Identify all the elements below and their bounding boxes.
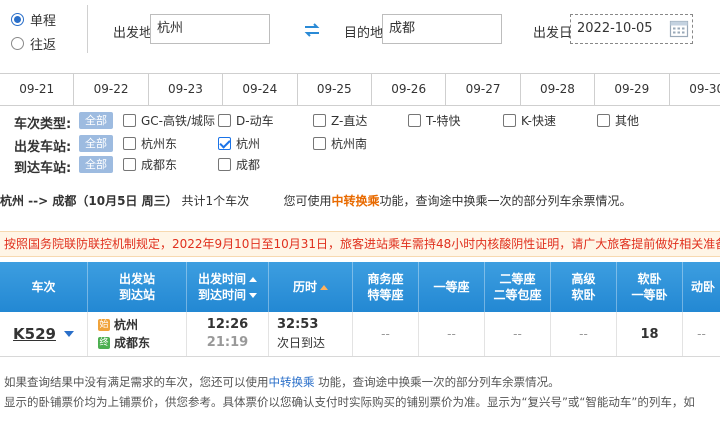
swap-arrows-icon[interactable] — [303, 22, 321, 38]
trip-type-roundtrip[interactable]: 往返 — [11, 34, 56, 53]
filter-label: 到达车站: — [14, 161, 72, 176]
result-summary: 杭州 --> 成都（10月5日 周三） 共计1个车次 您可使用中转换乘功能，查询… — [0, 194, 632, 208]
filter-all-button[interactable]: 全部 — [79, 112, 113, 129]
filter-option-hangzhou[interactable]: 杭州 — [218, 135, 260, 152]
date-tab[interactable]: 09-29 — [595, 74, 670, 105]
date-tab[interactable]: 09-30 — [670, 74, 720, 105]
transfer-link[interactable]: 中转换乘 — [331, 194, 379, 208]
table-header: 车次 出发站 到达站 出发时间 到达时间 历时 商务座 特等座 一等座 二等座 … — [0, 262, 720, 312]
filter-label: 车次类型: — [14, 117, 72, 132]
col-train: 车次 — [0, 262, 88, 312]
filter-option-hangzhoudong[interactable]: 杭州东 — [123, 135, 177, 152]
checkbox-checked-icon — [218, 137, 231, 150]
train-count: 1 — [205, 194, 214, 208]
date-tab[interactable]: 09-26 — [372, 74, 447, 105]
col-second: 二等座 二等包座 — [485, 262, 551, 312]
chevron-down-icon[interactable] — [63, 331, 74, 337]
checkbox-icon — [313, 114, 326, 127]
to-label: 目的地 — [344, 26, 384, 41]
sort-up-icon[interactable] — [320, 285, 328, 290]
col-soft: 软卧 一等卧 — [617, 262, 683, 312]
date-tab[interactable]: 09-28 — [521, 74, 596, 105]
col-moving: 动卧 — [691, 280, 716, 294]
col-first: 一等座 — [419, 262, 485, 312]
checkbox-icon — [123, 137, 136, 150]
date-tab[interactable]: 09-23 — [149, 74, 224, 105]
cell-first: -- — [419, 312, 485, 356]
cell-second: -- — [485, 312, 551, 356]
date-tab[interactable]: 09-22 — [74, 74, 149, 105]
checkbox-icon — [503, 114, 516, 127]
date-tab[interactable]: 09-21 — [0, 74, 75, 105]
checkbox-icon — [218, 158, 231, 171]
date-tab[interactable]: 09-25 — [298, 74, 372, 105]
footer-line-2: 显示的卧铺票价均为上铺票价，供您参考。具体票价以您确认支付时实际购买的铺别票价为… — [4, 395, 695, 409]
table-row: K529 始杭州 终成都东 12:26 21:19 32:53 次日到达 -- … — [0, 312, 720, 357]
date-tab[interactable]: 09-27 — [446, 74, 521, 105]
filter-train-type: 车次类型: 全部 GC-高铁/城际 D-动车 Z-直达 T-特快 K-快速 其他 — [0, 111, 720, 132]
col-soft-premium: 高级 软卧 — [551, 262, 617, 312]
checkbox-icon — [123, 114, 136, 127]
sort-down-icon[interactable] — [249, 293, 257, 298]
footer-line-1: 如果查询结果中没有满足需求的车次，您还可以使用中转换乘 功能，查询途中换乘一次的… — [4, 375, 560, 389]
route-text: 杭州 --> 成都（10月5日 周三） — [0, 194, 178, 208]
notice-banner: 按照国务院联防联控机制规定，2022年9月10日至10月31日，旅客进站乘车需持… — [0, 231, 720, 257]
calendar-icon[interactable] — [669, 18, 689, 38]
cell-business: -- — [353, 312, 419, 356]
from-label: 出发地 — [113, 26, 153, 41]
divider — [87, 5, 88, 53]
filter-option-k[interactable]: K-快速 — [503, 112, 556, 129]
end-badge-icon: 终 — [98, 337, 110, 349]
from-input[interactable]: 杭州 — [150, 14, 270, 44]
filter-option-hangzhounan[interactable]: 杭州南 — [313, 135, 367, 152]
trip-type-oneway[interactable]: 单程 — [11, 10, 56, 29]
date-tab[interactable]: 09-24 — [223, 74, 298, 105]
filter-option-chengdudong[interactable]: 成都东 — [123, 156, 177, 173]
filter-option-chengdu[interactable]: 成都 — [218, 156, 260, 173]
sort-up-icon[interactable] — [249, 277, 257, 282]
train-number-link[interactable]: K529 — [13, 325, 56, 343]
cell-duration: 32:53 次日到达 — [269, 312, 353, 356]
date-strip: 09-21 09-22 09-23 09-24 09-25 09-26 09-2… — [0, 73, 720, 106]
col-business: 商务座 特等座 — [353, 262, 419, 312]
filter-option-t[interactable]: T-特快 — [408, 112, 461, 129]
cell-times: 12:26 21:19 — [187, 312, 269, 356]
filter-option-other[interactable]: 其他 — [597, 112, 639, 129]
checkbox-icon — [123, 158, 136, 171]
filter-all-button[interactable]: 全部 — [79, 156, 113, 173]
filter-to-station: 到达车站: 全部 成都东 成都 — [0, 155, 720, 176]
filter-option-d[interactable]: D-动车 — [218, 112, 274, 129]
cell-stations: 始杭州 终成都东 — [88, 312, 187, 356]
filter-option-z[interactable]: Z-直达 — [313, 112, 367, 129]
checkbox-icon — [313, 137, 326, 150]
radio-selected-icon — [11, 13, 24, 26]
col-duration[interactable]: 历时 — [269, 262, 353, 312]
filter-option-gc[interactable]: GC-高铁/城际 — [123, 112, 215, 129]
cell-soft-premium: -- — [551, 312, 617, 356]
cell-train: K529 — [0, 312, 88, 356]
checkbox-icon — [218, 114, 231, 127]
col-times[interactable]: 出发时间 到达时间 — [187, 262, 269, 312]
filter-from-station: 出发车站: 全部 杭州东 杭州 杭州南 — [0, 134, 720, 155]
to-input[interactable]: 成都 — [382, 14, 502, 44]
start-badge-icon: 始 — [98, 319, 110, 331]
cell-moving: -- — [697, 327, 706, 341]
cell-soft[interactable]: 18 — [617, 312, 683, 356]
checkbox-icon — [408, 114, 421, 127]
checkbox-icon — [597, 114, 610, 127]
filter-label: 出发车站: — [14, 140, 72, 155]
filter-all-button[interactable]: 全部 — [79, 135, 113, 152]
date-label: 出发日 — [533, 26, 573, 41]
search-bar: 单程 往返 出发地 杭州 目的地 成都 出发日 2022-10-05 — [0, 0, 720, 62]
radio-unselected-icon — [11, 37, 24, 50]
transfer-link-footer[interactable]: 中转换乘 — [269, 375, 315, 389]
col-stations: 出发站 到达站 — [88, 262, 187, 312]
